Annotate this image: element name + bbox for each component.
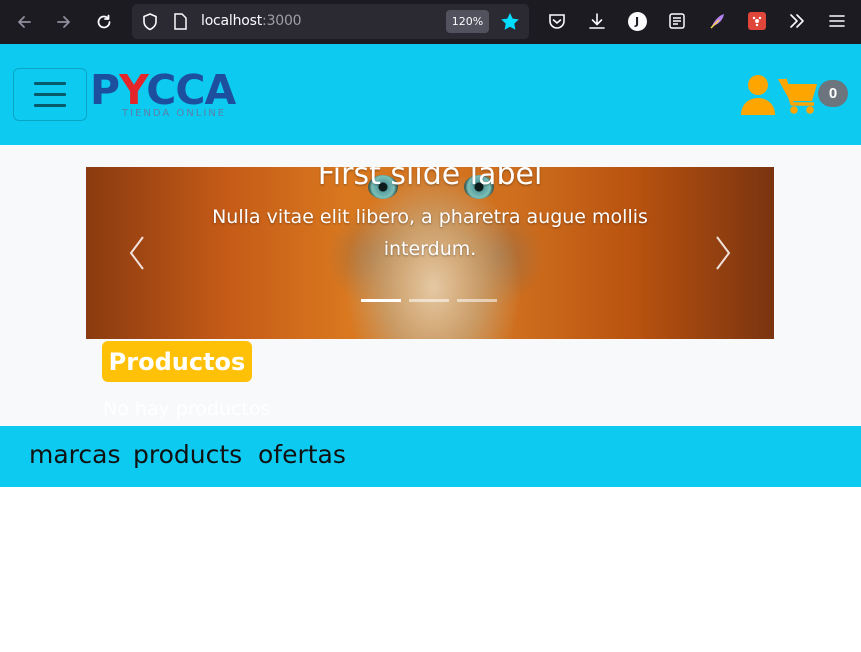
address-bar[interactable]: localhost:3000 120% (132, 4, 529, 39)
overflow-chevron-icon[interactable] (786, 10, 808, 32)
forward-arrow-icon (57, 16, 70, 28)
carousel-indicator-2[interactable] (409, 299, 449, 302)
toggler-bar (34, 104, 66, 107)
carousel-indicators (361, 299, 497, 302)
carousel-caption-title: First slide label (317, 167, 543, 192)
url-text[interactable]: localhost:3000 (201, 13, 302, 29)
logo-letters-cca: CCA (146, 66, 236, 114)
carousel-indicator-3[interactable] (457, 299, 497, 302)
nav-link-products[interactable]: products (133, 440, 242, 469)
carousel-indicator-1[interactable] (361, 299, 401, 302)
page-icon (173, 13, 187, 34)
chevron-left-icon (129, 236, 144, 270)
logo-letter-y: Y (119, 66, 147, 114)
shopping-cart-icon[interactable] (777, 74, 819, 116)
hamburger-menu-icon[interactable] (826, 10, 848, 32)
site-navbar: PYCCA TIENDA ONLINE 0 (0, 44, 861, 145)
zoom-level-badge[interactable]: 120% (446, 10, 489, 33)
reader-extension-icon[interactable] (666, 10, 688, 32)
carousel-caption-text: Nulla vitae elit libero, a pharetra augu… (212, 206, 648, 260)
reload-icon (97, 14, 111, 29)
back-button[interactable] (10, 8, 38, 36)
brand-logo[interactable]: PYCCA TIENDA ONLINE (90, 66, 260, 124)
productos-heading-badge: Productos (102, 341, 252, 382)
browser-toolbar: localhost:3000 120% J (0, 0, 861, 44)
user-icon[interactable] (739, 74, 777, 116)
bottom-nav-bar: marcas products ofertas (0, 426, 861, 487)
toggler-bar (34, 93, 66, 96)
forward-button[interactable] (50, 8, 78, 36)
cart-count-badge: 0 (818, 80, 848, 107)
logo-tagline: TIENDA ONLINE (122, 108, 227, 119)
reload-button[interactable] (90, 8, 118, 36)
carousel-prev-button[interactable] (122, 231, 152, 275)
logo-letter-p: P (90, 66, 120, 114)
feather-extension-icon[interactable] (706, 10, 728, 32)
react-devtools-icon[interactable] (746, 10, 768, 32)
main-content: First slide label Nulla vitae elit liber… (0, 145, 861, 426)
pocket-icon[interactable] (546, 10, 568, 32)
image-carousel[interactable]: First slide label Nulla vitae elit liber… (86, 167, 774, 339)
empty-products-message: No hay productos (103, 398, 271, 420)
shield-icon[interactable] (142, 13, 158, 35)
nav-link-marcas[interactable]: marcas (29, 440, 121, 469)
bookmark-star-icon[interactable] (500, 12, 520, 35)
toggler-bar (34, 82, 66, 85)
back-arrow-icon (18, 16, 31, 28)
nav-link-ofertas[interactable]: ofertas (258, 440, 346, 469)
account-j-icon[interactable]: J (626, 10, 648, 32)
navbar-toggler-button[interactable] (13, 68, 87, 121)
carousel-next-button[interactable] (708, 231, 738, 275)
downloads-icon[interactable] (586, 10, 608, 32)
chevron-right-icon (716, 236, 731, 270)
